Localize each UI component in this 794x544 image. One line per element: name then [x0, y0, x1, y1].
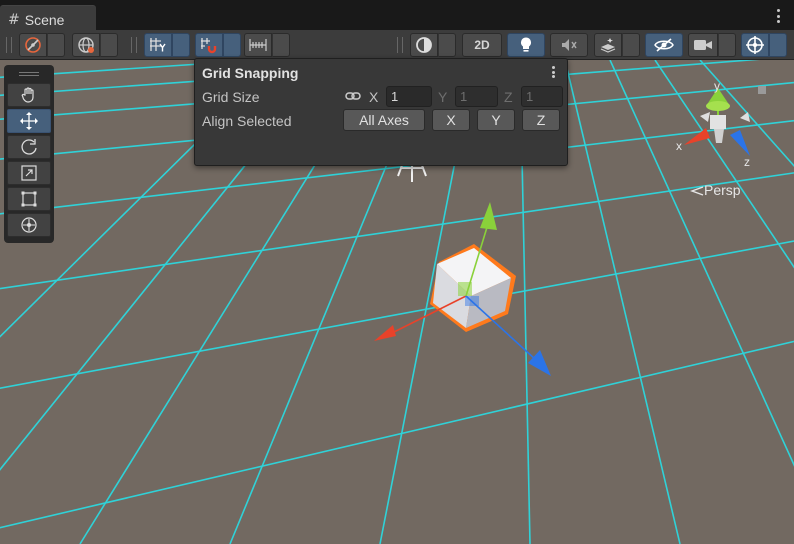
scene-toolbar: 2D [0, 30, 794, 60]
eye-slash-icon [654, 38, 674, 52]
tab-title: Scene [24, 12, 65, 28]
align-selected-label: Align Selected [202, 113, 292, 129]
panel-menu-icon[interactable] [552, 66, 555, 78]
ruler-icon[interactable] [244, 33, 272, 57]
chevron-down-icon[interactable] [438, 33, 456, 57]
align-all-axes-button[interactable]: All Axes [343, 109, 425, 131]
globe-icon[interactable] [72, 33, 100, 57]
move-arrows-icon [20, 112, 38, 130]
overlay-drag-handle[interactable] [7, 69, 51, 79]
xz-plane-handle[interactable] [465, 296, 479, 306]
x-axis-arrow[interactable] [374, 325, 396, 341]
grid-size-y-field[interactable] [455, 86, 498, 107]
grid-y-icon[interactable] [144, 33, 172, 57]
xy-plane-handle[interactable] [458, 282, 472, 296]
rect-icon [21, 191, 37, 207]
toolbar-grip-icon[interactable] [6, 37, 12, 53]
gizmo-y-label: y [714, 79, 720, 93]
chevron-down-icon[interactable] [272, 33, 290, 57]
hash-icon: # [8, 12, 20, 28]
transform-tool[interactable] [7, 213, 51, 237]
scale-tool[interactable] [7, 161, 51, 185]
global-local-dropdown[interactable] [72, 33, 118, 57]
audio-toggle-button[interactable] [550, 33, 588, 57]
z-axis-arrow[interactable] [528, 350, 551, 376]
chevron-down-icon[interactable] [47, 33, 65, 57]
magnet-grid-icon[interactable] [195, 33, 223, 57]
gizmos-dropdown[interactable] [741, 33, 787, 57]
toggle-2d-button[interactable]: 2D [462, 33, 502, 57]
snap-toggle-dropdown[interactable] [195, 33, 241, 57]
scene-visibility-button[interactable] [645, 33, 683, 57]
gizmo-z-label: z [744, 155, 750, 169]
gizmo-draw-icon[interactable] [19, 33, 47, 57]
lighting-toggle-button[interactable] [507, 33, 545, 57]
projection-toggle[interactable]: Persp [689, 182, 741, 198]
chevron-down-icon[interactable] [100, 33, 118, 57]
tab-bar: # Scene [0, 0, 794, 34]
grid-size-label: Grid Size [202, 89, 260, 105]
grid-snapping-panel: Grid Snapping Grid Size X Y Z Align Sele… [194, 58, 568, 166]
perspective-icon [689, 186, 704, 196]
chevron-down-icon[interactable] [223, 33, 241, 57]
hand-tool[interactable] [7, 83, 51, 107]
sphere-shading-icon[interactable] [410, 33, 438, 57]
chevron-down-icon[interactable] [622, 33, 640, 57]
rect-tool[interactable] [7, 187, 51, 211]
grid-size-y-axis-label: Y [438, 89, 448, 105]
scale-icon [21, 165, 37, 181]
window-menu-icon[interactable] [776, 9, 780, 23]
selected-cube[interactable] [430, 244, 516, 332]
toolbar-grip-icon[interactable] [131, 37, 137, 53]
chevron-down-icon[interactable] [769, 33, 787, 57]
increment-snap-dropdown[interactable] [244, 33, 290, 57]
rotate-icon [21, 139, 37, 155]
rotate-tool[interactable] [7, 135, 51, 159]
lightbulb-icon [521, 37, 531, 52]
x-cone[interactable] [684, 128, 710, 145]
grid-size-x-axis-label: X [369, 89, 379, 105]
align-y-button[interactable]: Y [477, 109, 515, 131]
grid-size-z-field[interactable] [521, 86, 563, 107]
gizmo-crosshair-icon[interactable] [741, 33, 769, 57]
camera-dropdown[interactable] [688, 33, 736, 57]
grid-toggle-dropdown[interactable] [144, 33, 190, 57]
chevron-down-icon[interactable] [718, 33, 736, 57]
z-cone[interactable] [730, 130, 750, 156]
projection-label: Persp [704, 182, 741, 198]
grid-size-x-field[interactable] [386, 86, 432, 107]
link-icon[interactable] [345, 90, 361, 102]
audio-mute-icon [562, 39, 577, 51]
align-z-button[interactable]: Z [522, 109, 560, 131]
tools-overlay [4, 65, 54, 243]
gizmo-x-label: x [676, 139, 682, 153]
grid-size-z-axis-label: Z [504, 89, 513, 105]
transform-icon [21, 217, 37, 233]
chevron-down-icon[interactable] [172, 33, 190, 57]
effects-dropdown[interactable] [594, 33, 640, 57]
scene-window: # Scene 2D y x z Persp Grid Snapping Gri… [0, 0, 794, 544]
toolbar-grip-icon[interactable] [397, 37, 403, 53]
draw-mode-dropdown[interactable] [19, 33, 65, 57]
effects-stack-icon[interactable] [594, 33, 622, 57]
shading-mode-dropdown[interactable] [410, 33, 456, 57]
move-tool[interactable] [7, 109, 51, 133]
grid-snapping-title: Grid Snapping [202, 65, 299, 81]
hand-icon [21, 87, 34, 103]
camera-icon[interactable] [688, 33, 718, 57]
align-x-button[interactable]: X [432, 109, 470, 131]
